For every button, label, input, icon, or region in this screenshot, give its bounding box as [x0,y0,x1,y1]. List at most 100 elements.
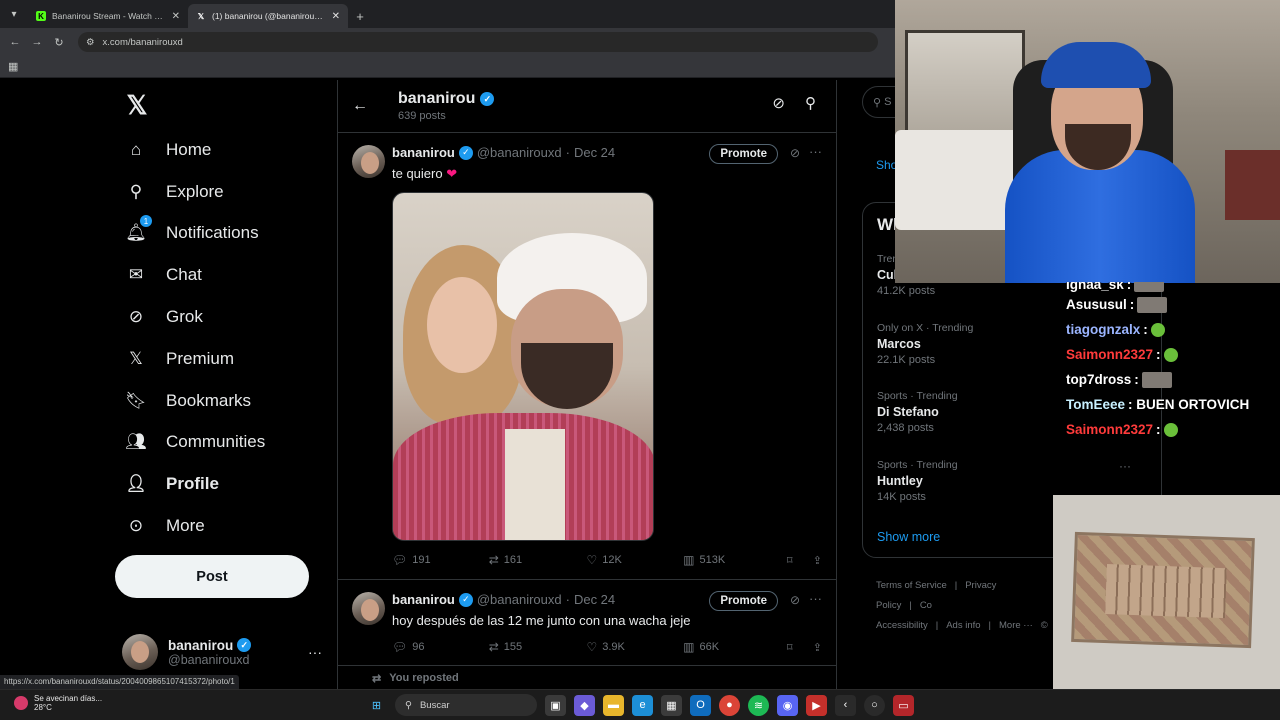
tweet[interactable]: bananirou ✓ @bananirouxd · Dec 24 Promot… [338,580,836,666]
footer-link[interactable]: More ··· [999,620,1033,631]
views-button[interactable]: ▥ 513K [683,553,787,567]
close-tab-icon[interactable]: ✕ [172,11,180,22]
post-button[interactable]: Post [115,555,309,598]
bookmark-icon[interactable]: ⌑ [787,641,813,654]
tweet-text: te quiero ❤ [392,166,822,182]
browser-tab-x[interactable]: 𝕏 (1) bananirou (@bananirouxd) / X ✕ [188,4,348,28]
grok-icon[interactable]: ⊘ [790,146,800,160]
windows-start-icon[interactable]: ⊞ [366,695,387,716]
tweet-date[interactable]: Dec 24 [574,145,615,160]
emote-icon [1141,371,1172,388]
more-dots-icon[interactable]: ··· [1119,459,1131,473]
chrome-icon[interactable]: ● [719,694,740,716]
taskbar-search[interactable]: ⚲ Buscar [395,694,537,716]
tweet-actions: 💬︎ 191 ⇄ 161 ♡ 12K ▥ 513K ⌑ ⇪ [392,541,822,579]
reply-button[interactable]: 💬︎ 191 [392,553,489,567]
task-view-icon[interactable]: ▣ [545,694,566,716]
nav-item-premium[interactable]: 𝕏 Premium [118,338,265,380]
footer-link[interactable]: Accessibility [876,620,928,631]
nav-item-home[interactable]: ⌂ Home [118,129,265,171]
store-icon[interactable]: ▦ [661,694,682,716]
reload-icon[interactable]: ↻ [50,33,68,51]
promote-button[interactable]: Promote [709,591,778,611]
outlook-icon[interactable]: O [690,694,711,716]
more-dots-icon[interactable]: ··· [809,144,822,159]
close-tab-icon[interactable]: ✕ [332,11,340,22]
tweet-photo[interactable] [392,192,654,541]
grok-icon[interactable]: ⊘ [772,94,785,112]
back-icon[interactable]: ← [6,33,24,51]
apps-grid-icon[interactable]: ▦ [8,60,18,73]
profile-icon: 👤︎ [125,474,147,494]
trend-item[interactable]: Sports · Trending Huntley 14K posts [877,459,958,503]
trend-context: Sports · Trending [877,390,958,402]
share-icon[interactable]: ⇪ [813,641,822,654]
footer-link[interactable]: Ads info [946,620,980,631]
avatar[interactable] [352,592,385,625]
avatar[interactable] [352,145,385,178]
back-arrow-icon[interactable]: ← [352,97,372,115]
repost-count: 161 [503,554,523,566]
forward-icon[interactable]: → [28,33,46,51]
footer-link[interactable]: Terms of Service [876,580,947,591]
tweet-handle[interactable]: @bananirouxd [477,592,562,607]
like-button[interactable]: ♡ 3.9K [586,640,683,654]
more-dots-icon[interactable]: ··· [308,644,322,660]
file-explorer-icon[interactable]: ▬ [603,694,624,716]
views-button[interactable]: ▥ 66K [683,640,787,654]
footer-link[interactable]: Co [920,600,932,611]
nav-label: Explore [166,181,224,201]
repost-button[interactable]: ⇄ 161 [489,553,587,567]
trend-item[interactable]: Only on X · Trending Marcos 22.1K posts [877,322,973,366]
grok-icon[interactable]: ⊘ [790,593,800,607]
spotify-icon[interactable]: ≋ [748,694,769,716]
nav-item-notifications[interactable]: 🔔︎ 1 Notifications [118,213,265,255]
account-switcher[interactable]: bananirou ✓ @bananirouxd ··· [122,632,322,672]
tweet-author-name[interactable]: bananirou [392,592,455,607]
repost-button[interactable]: ⇄ 155 [489,640,587,654]
discord-icon[interactable]: ◉ [777,694,798,716]
new-tab-icon[interactable]: + [348,4,372,28]
bookmark-icon[interactable]: ⌑ [787,554,813,567]
promote-button[interactable]: Promote [709,144,778,164]
tweet-author-name[interactable]: bananirou [392,145,455,160]
heart-icon: ♡ [586,553,598,567]
more-dots-icon[interactable]: ··· [809,591,822,606]
nav-item-bookmarks[interactable]: 🔖︎ Bookmarks [118,380,265,422]
app-circle-icon[interactable]: ○ [864,694,885,716]
tab-search-dropdown-icon[interactable]: ▾ [0,0,28,28]
tab-title: Bananirou Stream - Watch Live [52,11,166,21]
show-more-link[interactable]: Show more [877,530,940,544]
tweet-date[interactable]: Dec 24 [574,592,615,607]
app-arrow-icon[interactable]: ‹ [835,694,856,716]
x-premium-icon: 𝕏 [129,348,143,368]
copilot-icon[interactable]: ◆ [574,694,595,716]
search-icon[interactable]: ⚲ [805,94,816,112]
nav-item-chat[interactable]: ✉ Chat [118,254,265,296]
tweet[interactable]: bananirou ✓ @bananirouxd · Dec 24 Promot… [338,133,836,580]
search-placeholder: S [884,96,892,108]
nav-label: Bookmarks [166,390,252,410]
chat-message: Saimonn2327: [1066,342,1280,367]
weather-widget[interactable]: Se avecinan días... 28°C [14,694,102,712]
like-button[interactable]: ♡ 12K [586,553,683,567]
chat-text: : BUEN ORTOVICH [1128,397,1250,412]
share-icon[interactable]: ⇪ [813,554,822,567]
x-logo-icon[interactable]: 𝕏 [122,90,152,120]
nav-item-explore[interactable]: ⚲ Explore [118,171,265,213]
view-count: 66K [699,641,720,653]
nav-item-communities[interactable]: 👥︎ Communities [118,422,265,464]
tweet-handle[interactable]: @bananirouxd [477,145,562,160]
nav-item-profile[interactable]: 👤︎ Profile [118,463,265,505]
site-info-icon[interactable]: ⚙ [86,37,95,48]
edge-icon[interactable]: e [632,694,653,716]
browser-tab-kick[interactable]: K Bananirou Stream - Watch Live ✕ [28,4,188,28]
nav-item-more[interactable]: ⊙ More [118,505,265,547]
app-stream-icon[interactable]: ▭ [893,694,914,716]
nav-item-grok[interactable]: ⊘ Grok [118,296,265,338]
reply-button[interactable]: 💬︎ 96 [392,640,489,654]
app-red-icon[interactable]: ▶ [806,694,827,716]
dot-separator: · [565,592,570,607]
trend-item[interactable]: Sports · Trending Di Stefano 2,438 posts [877,390,958,434]
url-field[interactable]: ⚙ x.com/bananirouxd [78,32,878,52]
